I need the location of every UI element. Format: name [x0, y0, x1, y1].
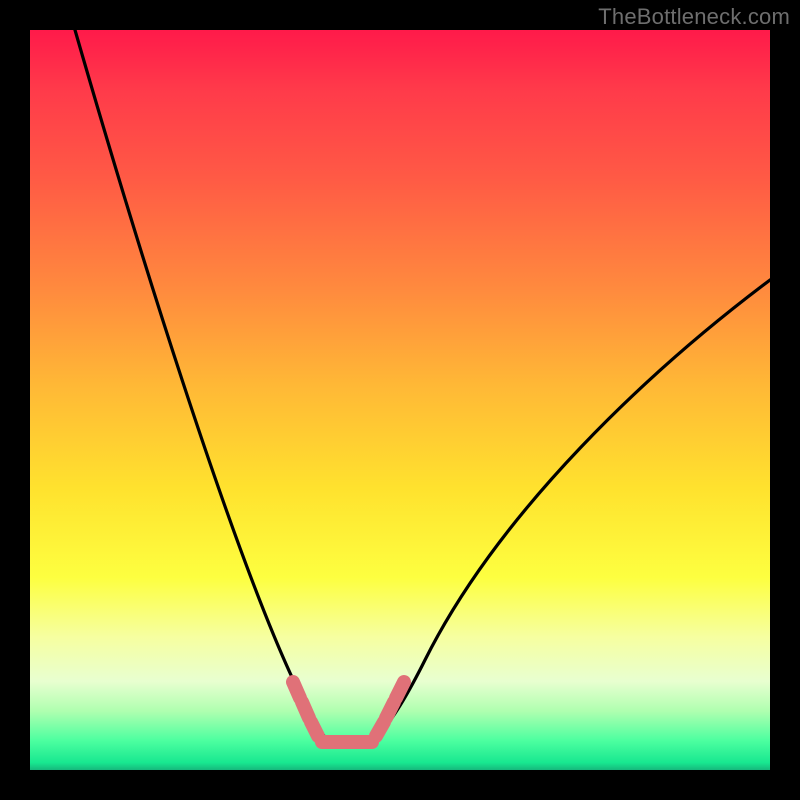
- curve-path: [75, 30, 770, 742]
- gradient-plot-area: [30, 30, 770, 770]
- bottleneck-curve: [30, 30, 770, 770]
- watermark-text: TheBottleneck.com: [598, 4, 790, 30]
- chart-frame: TheBottleneck.com: [0, 0, 800, 800]
- marker-group: [293, 682, 404, 742]
